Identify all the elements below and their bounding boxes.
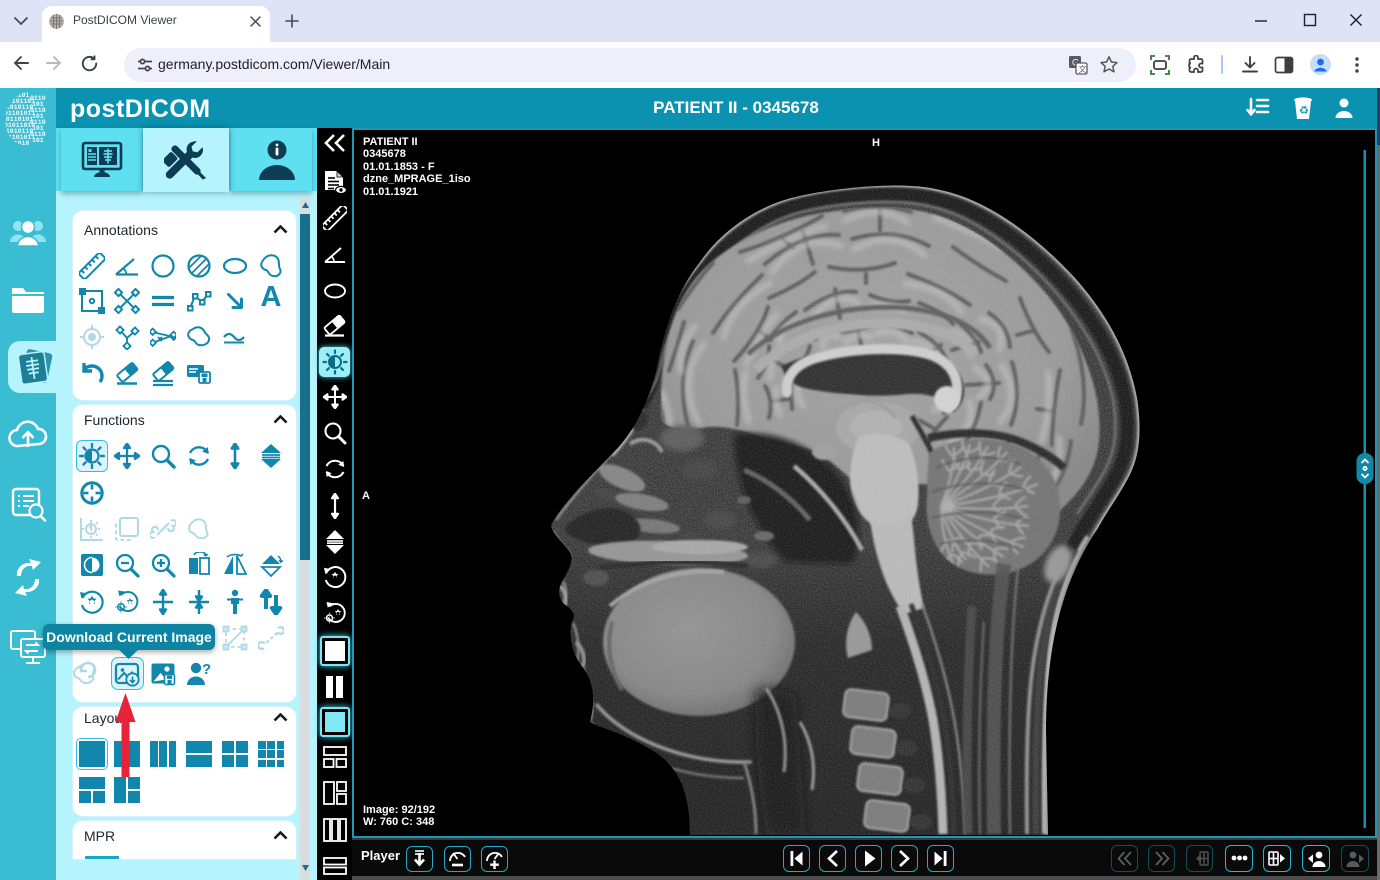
svg-text:1011010: 1011010 [2, 140, 29, 147]
svg-text:101: 101 [32, 137, 44, 144]
svg-text:文: 文 [1079, 64, 1087, 74]
svg-text:?: ? [202, 661, 211, 678]
svg-text:♻: ♻ [1299, 105, 1309, 117]
